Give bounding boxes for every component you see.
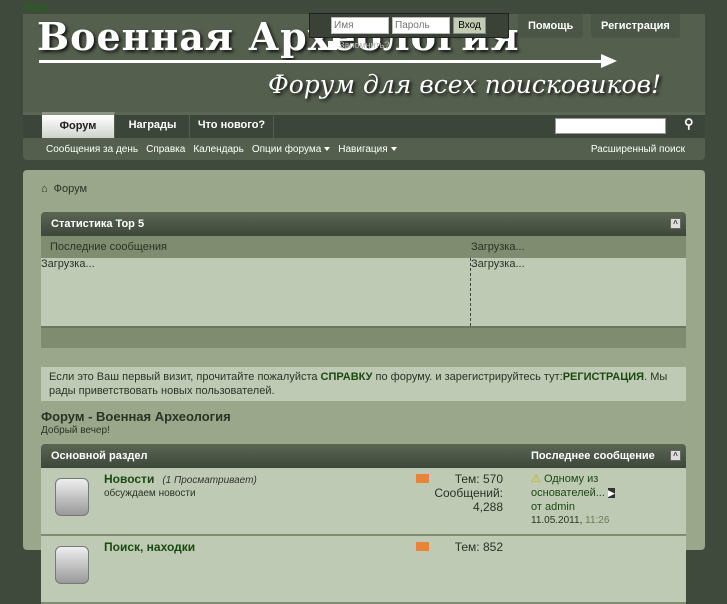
last-post-date: 11.05.2011, [531, 515, 583, 526]
notice-text: по форуму. и зарегистрируйтесь тут: [372, 371, 563, 383]
last-post-header: Последнее сообщение [531, 450, 655, 462]
help-link[interactable]: СПРАВКУ [321, 371, 373, 383]
logo-slogan: Форум для всех поисковиков! [268, 70, 662, 99]
top-link[interactable]: Яше [23, 0, 48, 14]
login-form: Вход [309, 13, 509, 38]
advanced-search-link[interactable]: Расширенный поиск [591, 144, 685, 155]
tab-whats-new[interactable]: Что нового? [190, 112, 274, 138]
go-to-post-icon[interactable]: ▶ [608, 488, 615, 498]
topic-count: Тем: 852 [454, 540, 503, 554]
rss-icon[interactable] [416, 542, 429, 551]
search-icon[interactable]: ⚲ [684, 116, 694, 132]
collapse-icon[interactable]: ^ [670, 218, 681, 229]
username-input[interactable] [331, 17, 389, 34]
forum-status-icon [55, 546, 89, 584]
stats-col-latest[interactable]: Последние сообщения [41, 236, 471, 258]
breadcrumb: ⌂ Форум [41, 183, 87, 195]
register-link[interactable]: РЕГИСТРАЦИЯ [563, 371, 644, 383]
stats-body: Загрузка... Загрузка... [41, 258, 686, 328]
posts-label: Сообщений: [434, 486, 503, 500]
register-button[interactable]: Регистрация [591, 14, 680, 38]
last-post-author[interactable]: от admin [531, 500, 631, 514]
forum-viewers: (1 Просматривает) [162, 475, 257, 486]
last-post-link[interactable]: Одному из основателей... [531, 473, 605, 499]
forum-link[interactable]: Поиск, находки [104, 540, 195, 554]
tab-forum[interactable]: Форум [42, 112, 115, 138]
greeting: Добрый вечер! [41, 425, 110, 436]
logo-arrow [39, 60, 611, 63]
subnav-calendar[interactable]: Календарь [193, 144, 243, 155]
help-button[interactable]: Помощь [518, 14, 584, 38]
remember-label: Запомнить? [339, 40, 390, 50]
chevron-down-icon [324, 146, 331, 151]
breadcrumb-forum[interactable]: Форум [54, 183, 87, 195]
forum-description: обсуждаем новости [104, 488, 196, 499]
stats-loading-left: Загрузка... [41, 258, 471, 326]
chevron-down-icon [390, 146, 397, 151]
password-input[interactable] [392, 17, 450, 34]
sub-nav: Сообщения за день Справка Календарь Опци… [23, 138, 705, 160]
section-title[interactable]: Основной раздел [51, 450, 148, 462]
login-button[interactable]: Вход [453, 17, 486, 34]
last-post-time: 11:26 [585, 515, 610, 526]
last-post: ⚠ Одному из основателей... ▶ от admin 11.0… [531, 472, 631, 528]
stats-subheader: Последние сообщения Загрузка... [41, 236, 686, 258]
welcome-notice: Если это Ваш первый визит, прочитайте по… [41, 367, 686, 401]
forum-link[interactable]: Новости [104, 472, 154, 486]
forum-stats: Тем: 570 Сообщений: 4,288 [434, 472, 503, 514]
forum-options-label: Опции форума [251, 143, 322, 155]
stats-footer [41, 328, 686, 348]
stats-block: Статистика Top 5 ^ Последние сообщения Заг… [41, 212, 686, 348]
forum-row: Новости (1 Просматривает) обсуждаем новос… [41, 468, 686, 536]
subnav-daily-posts[interactable]: Сообщения за день [46, 144, 138, 155]
forum-list: Основной раздел Последнее сообщение ^ Ново… [41, 444, 686, 604]
collapse-icon[interactable]: ^ [670, 450, 681, 461]
subnav-forum-options[interactable]: Опции форума [251, 143, 331, 155]
checkbox-icon[interactable] [328, 40, 337, 50]
stats-header: Статистика Top 5 ^ [41, 212, 686, 236]
home-icon[interactable]: ⌂ [41, 183, 48, 195]
forum-row-title: Новости (1 Просматривает) [104, 472, 257, 486]
subnav-navigation[interactable]: Навигация [338, 143, 397, 155]
stats-title: Статистика Top 5 [51, 218, 145, 230]
rss-icon[interactable] [416, 474, 429, 483]
navigation-label: Навигация [338, 143, 388, 155]
tab-awards[interactable]: Награды [116, 112, 190, 138]
forum-status-icon [55, 478, 89, 516]
warning-icon: ⚠ [531, 473, 541, 485]
stats-col-loading: Загрузка... [471, 241, 525, 253]
page-title: Форум - Военная Археология [41, 409, 231, 424]
arrow-head-icon [601, 54, 617, 68]
notice-text: Если это Ваш первый визит, прочитайте по… [49, 371, 321, 383]
search-input[interactable] [555, 118, 666, 134]
subnav-help[interactable]: Справка [146, 144, 185, 155]
remember-checkbox[interactable]: Запомнить? [328, 40, 389, 50]
stats-loading-right: Загрузка... [471, 258, 525, 270]
forum-row: Поиск, находки Тем: 852 [41, 536, 686, 604]
topic-count: Тем: 570 [454, 472, 503, 486]
post-count: 4,288 [472, 500, 503, 514]
section-header: Основной раздел Последнее сообщение ^ [41, 444, 686, 468]
